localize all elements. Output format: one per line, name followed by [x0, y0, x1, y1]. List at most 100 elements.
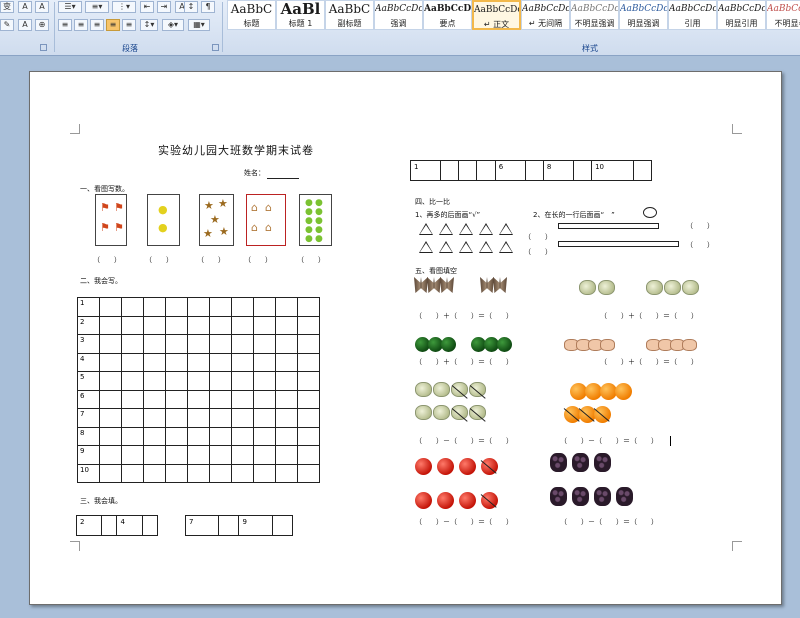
align-center-button[interactable]: ≡ [74, 19, 88, 31]
grid-cell[interactable] [143, 352, 166, 372]
font-color-button[interactable]: A [18, 19, 32, 31]
grid-cell[interactable] [187, 352, 210, 372]
grid-cell[interactable] [99, 334, 122, 354]
grid-cell[interactable] [121, 297, 144, 317]
grid-cell[interactable] [231, 408, 254, 428]
grid-cell[interactable] [297, 315, 320, 335]
enclose-char-button[interactable]: A [35, 1, 49, 13]
grid-cell[interactable] [209, 389, 232, 409]
strip-cell[interactable] [439, 160, 460, 181]
grid-cell[interactable] [297, 334, 320, 354]
grid-cell[interactable] [275, 352, 298, 372]
grid-cell[interactable] [121, 445, 144, 465]
grid-cell[interactable] [165, 352, 188, 372]
grid-cell[interactable] [209, 352, 232, 372]
grid-cell[interactable] [231, 315, 254, 335]
sort-button[interactable]: ↕ [184, 1, 198, 13]
grid-cell[interactable] [143, 445, 166, 465]
strip-cell[interactable] [572, 160, 593, 181]
align-right-button[interactable]: ≡ [90, 19, 104, 31]
style-tile[interactable]: AaBbCcDc 强调 [374, 0, 423, 30]
style-tile[interactable]: AaBbCcDc ↵ 正文 [472, 0, 521, 30]
grid-cell[interactable] [99, 426, 122, 446]
grid-cell[interactable] [99, 371, 122, 391]
strip-cell[interactable]: 6 [494, 160, 526, 181]
style-tile[interactable]: AaBbC 副标题 [325, 0, 374, 30]
grid-cell[interactable] [253, 334, 276, 354]
distributed-button[interactable]: ≡ [122, 19, 136, 31]
grid-cell[interactable]: 5 [77, 371, 100, 391]
strip-cell[interactable] [632, 160, 653, 181]
strip-cell[interactable] [524, 160, 544, 181]
char-border-button[interactable]: A [18, 1, 32, 13]
grid-cell[interactable] [143, 389, 166, 409]
strip-cell[interactable]: 4 [116, 515, 143, 536]
grid-cell[interactable]: 10 [77, 463, 100, 483]
grid-cell[interactable] [165, 297, 188, 317]
grid-cell[interactable] [275, 426, 298, 446]
style-tile[interactable]: AaBbCcDc ↵ 无间隔 [521, 0, 570, 30]
strip-cell[interactable] [218, 515, 240, 536]
grid-cell[interactable] [209, 445, 232, 465]
grid-cell[interactable] [187, 334, 210, 354]
grid-cell[interactable] [253, 408, 276, 428]
strip-cell[interactable] [101, 515, 118, 536]
grid-cell[interactable] [209, 426, 232, 446]
grid-cell[interactable] [231, 371, 254, 391]
grid-cell[interactable] [143, 334, 166, 354]
grid-cell[interactable] [209, 371, 232, 391]
style-tile[interactable]: AaBbC 标题 [227, 0, 276, 30]
grid-cell[interactable]: 6 [77, 389, 100, 409]
grid-cell[interactable] [99, 352, 122, 372]
grid-cell[interactable] [231, 445, 254, 465]
grid-cell[interactable] [121, 352, 144, 372]
grid-cell[interactable] [209, 463, 232, 483]
increase-indent-button[interactable]: ⇥ [157, 1, 171, 13]
grid-cell[interactable] [165, 408, 188, 428]
grid-cell[interactable] [187, 426, 210, 446]
grid-cell[interactable]: 1 [77, 297, 100, 317]
grid-cell[interactable] [121, 408, 144, 428]
grid-cell[interactable] [99, 297, 122, 317]
style-tile[interactable]: AaBbCcDc 明显引用 [717, 0, 766, 30]
grid-cell[interactable] [209, 408, 232, 428]
strip-cell[interactable]: 10 [591, 160, 634, 181]
grid-cell[interactable] [99, 315, 122, 335]
grid-cell[interactable] [275, 297, 298, 317]
grid-cell[interactable] [253, 389, 276, 409]
grid-cell[interactable] [121, 315, 144, 335]
font-button[interactable]: 变 [0, 1, 14, 13]
grid-cell[interactable] [187, 371, 210, 391]
strip-cell[interactable] [458, 160, 478, 181]
grid-cell[interactable] [297, 445, 320, 465]
grid-cell[interactable] [165, 334, 188, 354]
grid-cell[interactable] [253, 297, 276, 317]
grid-cell[interactable] [253, 426, 276, 446]
grid-cell[interactable] [297, 371, 320, 391]
grid-cell[interactable] [165, 371, 188, 391]
grid-cell[interactable] [275, 445, 298, 465]
shading-button[interactable]: ◈▾ [162, 19, 184, 31]
document-page[interactable]: 实验幼儿园大班数学期末试卷 姓名： 一、看图写数。 二、我会写。 1234567… [29, 71, 782, 605]
paragraph-dialog-launcher[interactable] [40, 44, 47, 51]
grid-cell[interactable] [143, 371, 166, 391]
grid-cell[interactable] [297, 297, 320, 317]
grid-cell[interactable] [253, 445, 276, 465]
show-marks-button[interactable]: ¶ [201, 1, 215, 13]
grid-cell[interactable] [187, 389, 210, 409]
grid-cell[interactable] [121, 389, 144, 409]
style-tile[interactable]: AaBbCcD 要点 [423, 0, 472, 30]
strip-cell[interactable]: 7 [184, 515, 220, 536]
style-tile[interactable]: AaBbCcDc 不明显参 [766, 0, 800, 30]
grid-cell[interactable] [121, 371, 144, 391]
strip-cell[interactable] [141, 515, 159, 536]
grid-cell[interactable] [121, 463, 144, 483]
grid-cell[interactable] [297, 463, 320, 483]
grid-cell[interactable]: 8 [77, 426, 100, 446]
align-left-button[interactable]: ≡ [58, 19, 72, 31]
grid-cell[interactable] [99, 389, 122, 409]
style-tile[interactable]: AaBbCcDc 不明显强调 [570, 0, 619, 30]
grid-cell[interactable] [209, 297, 232, 317]
grid-cell[interactable] [99, 463, 122, 483]
style-tile[interactable]: AaBbCcDc 明显强调 [619, 0, 668, 30]
